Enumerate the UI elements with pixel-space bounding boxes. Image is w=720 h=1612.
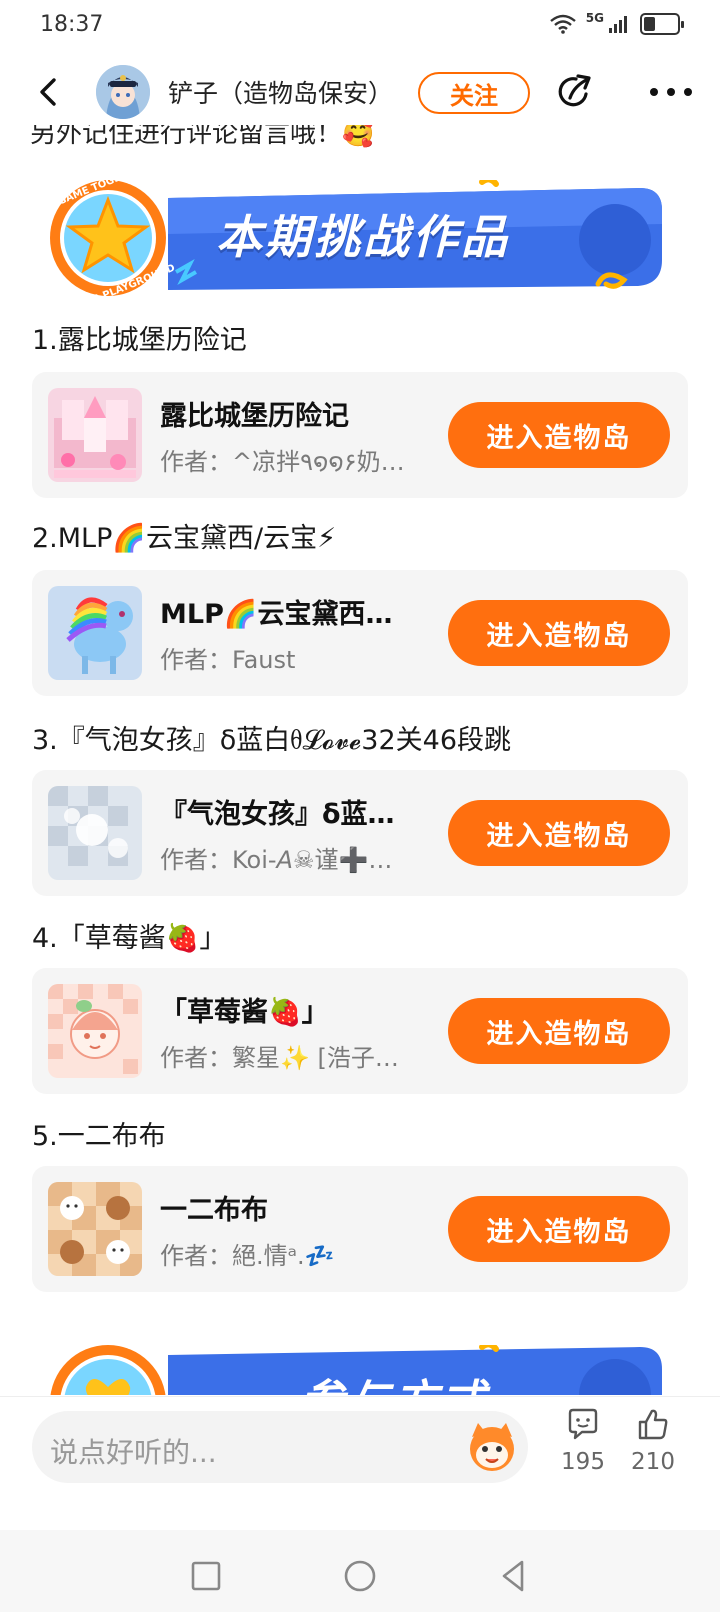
like-count: 210 <box>631 1449 675 1475</box>
challenge-banner: PLAY GAME TOGETHER 233 PLAYGROUND 本期挑战作品 <box>28 161 672 311</box>
comment-input[interactable]: 说点好听的... <box>32 1411 528 1483</box>
comment-stat[interactable]: 195 <box>548 1407 618 1475</box>
enter-island-button[interactable]: 进入造物岛 <box>448 1196 670 1262</box>
comment-placeholder: 说点好听的... <box>50 1436 217 1469</box>
item-heading-2: 2.MLP🌈云宝黛西/云宝⚡ <box>32 523 337 554</box>
game-name: 露比城堡历险记 <box>160 401 349 432</box>
home-icon[interactable] <box>340 1556 380 1596</box>
thumbs-up-icon[interactable] <box>636 1407 670 1441</box>
status-icons: 5G <box>550 11 684 35</box>
comment-bar: 说点好听的... 195 210 <box>0 1396 720 1492</box>
clipped-article-text: 另外记住进行评论留言哦！🥰 <box>30 125 375 149</box>
author-avatar[interactable] <box>96 65 150 119</box>
participation-banner: 参与方式 <box>50 1345 672 1395</box>
comment-count: 195 <box>561 1449 605 1475</box>
cell-signal-icon <box>609 16 627 33</box>
recent-apps-icon[interactable] <box>186 1556 226 1596</box>
author-name[interactable]: 铲子（造物岛保安） <box>168 74 393 110</box>
game-card-2[interactable]: MLP🌈云宝黛西… 作者：Faust 进入造物岛 <box>32 570 688 696</box>
game-author: 作者：繁星✨ [浩子… <box>160 1044 399 1072</box>
game-thumbnail[interactable] <box>48 388 142 482</box>
wifi-icon <box>550 14 576 34</box>
comment-icon[interactable] <box>566 1407 600 1441</box>
item-heading-4: 4.「草莓酱🍓」 <box>32 923 227 954</box>
game-author: 作者：Faust <box>160 646 296 674</box>
like-stat[interactable]: 210 <box>618 1407 688 1475</box>
system-nav-bar <box>0 1530 720 1612</box>
game-card-5[interactable]: 一二布布 作者：絕.情ᵃ.💤 进入造物岛 <box>32 1166 688 1292</box>
game-name: 一二布布 <box>160 1195 268 1226</box>
enter-island-button[interactable]: 进入造物岛 <box>448 998 670 1064</box>
game-name: MLP🌈云宝黛西… <box>160 599 393 630</box>
network-type-label: 5G <box>585 11 604 25</box>
post-header: 铲子（造物岛保安） 关注 <box>0 60 720 124</box>
game-card-3[interactable]: 『气泡女孩』ẟ蓝… 作者：Koi-𝘈☠谨➕… 进入造物岛 <box>32 770 688 896</box>
item-heading-3: 3.『气泡女孩』ẟ蓝白ᦲ𝓛𝓸𝓿𝓮32关46段跳 <box>32 725 512 756</box>
game-author: 作者：絕.情ᵃ.💤 <box>160 1242 335 1270</box>
banner-title: 本期挑战作品 <box>216 210 510 264</box>
status-bar: 18:37 5G <box>0 0 720 48</box>
game-card-1[interactable]: 露比城堡历险记 作者：^凉拌٩໑໑۶奶… 进入造物岛 <box>32 372 688 498</box>
enter-island-button[interactable]: 进入造物岛 <box>448 800 670 866</box>
game-card-4[interactable]: 「草莓酱🍓」 作者：繁星✨ [浩子… 进入造物岛 <box>32 968 688 1094</box>
item-heading-5: 5.一二布布 <box>32 1121 166 1152</box>
share-icon[interactable] <box>556 72 596 112</box>
enter-island-button[interactable]: 进入造物岛 <box>448 600 670 666</box>
game-thumbnail[interactable] <box>48 984 142 1078</box>
game-name: 「草莓酱🍓」 <box>160 997 329 1028</box>
game-thumbnail[interactable] <box>48 586 142 680</box>
enter-island-button[interactable]: 进入造物岛 <box>448 402 670 468</box>
game-name: 『气泡女孩』ẟ蓝… <box>160 799 395 830</box>
back-triangle-icon[interactable] <box>494 1556 534 1596</box>
back-arrow-icon[interactable] <box>30 74 66 110</box>
battery-icon <box>640 13 684 35</box>
more-options-icon[interactable] <box>648 82 694 102</box>
follow-button[interactable]: 关注 <box>418 72 530 114</box>
game-thumbnail[interactable] <box>48 786 142 880</box>
game-author: 作者：Koi-𝘈☠谨➕… <box>160 846 393 874</box>
mascot-emoji-icon[interactable] <box>464 1419 520 1475</box>
status-time: 18:37 <box>40 11 104 37</box>
game-author: 作者：^凉拌٩໑໑۶奶… <box>160 448 405 476</box>
banner2-title: 参与方式 <box>300 1365 488 1395</box>
item-heading-1: 1.露比城堡历险记 <box>32 325 247 356</box>
game-thumbnail[interactable] <box>48 1182 142 1276</box>
